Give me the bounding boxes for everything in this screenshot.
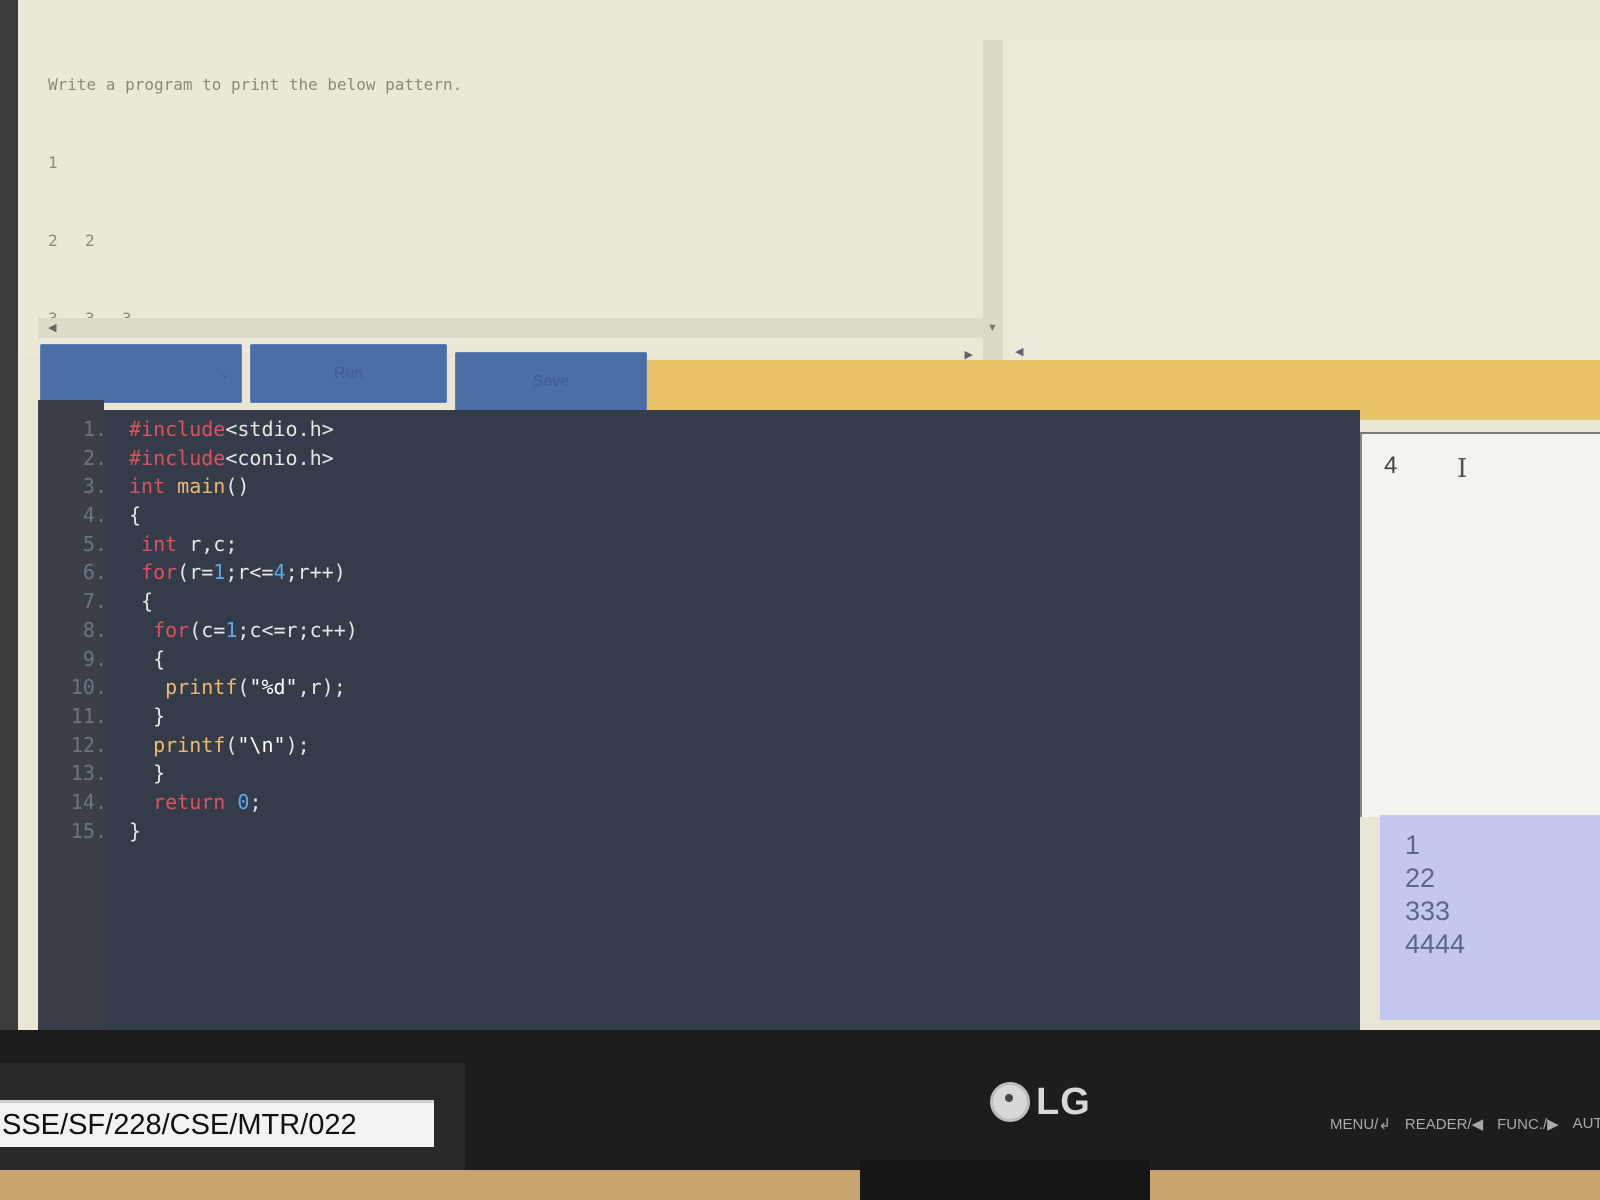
horizontal-scrollbar[interactable]: ◀ ▶: [38, 318, 983, 361]
line-number: 5.: [82, 531, 107, 556]
language-select[interactable]: ⌄: [40, 344, 242, 403]
line-number: 9.: [82, 646, 107, 671]
code-line[interactable]: 10. printf("%d",r);: [55, 673, 358, 702]
desk-surface: [0, 1170, 1600, 1200]
lg-logo-icon: [990, 1082, 1030, 1122]
line-number: 1.: [82, 417, 107, 441]
problem-pane: Write a program to print the below patte…: [18, 0, 983, 406]
code-line[interactable]: 1. #include<stdio.h>: [55, 415, 358, 444]
code-line[interactable]: 6. for(r=1;r<=4;r++): [55, 558, 358, 587]
line-number: 10.: [70, 675, 107, 700]
line-number: 11.: [70, 703, 107, 728]
line-number: 3.: [82, 474, 107, 499]
monitor-screen: Write a program to print the below patte…: [0, 0, 1600, 1045]
code-line[interactable]: 3. int main(): [55, 472, 358, 501]
code-line[interactable]: 15.}: [55, 817, 358, 846]
asset-tag-label: SSE/SF/228/CSE/MTR/022: [0, 1100, 434, 1147]
pattern-row-1: 1: [48, 150, 462, 176]
brand-name: LG: [1036, 1080, 1091, 1123]
menu-hw-button[interactable]: MENU/↲: [1330, 1115, 1391, 1133]
save-button[interactable]: Save: [455, 352, 647, 411]
line-number: 2.: [82, 445, 107, 470]
reader-hw-button[interactable]: READER/◀: [1405, 1115, 1483, 1133]
pattern-cell: 2: [85, 231, 95, 250]
line-number: 13.: [70, 761, 107, 786]
output-panel: 1 22 333 4444: [1380, 815, 1600, 1020]
text-cursor-icon: I: [1457, 454, 1468, 484]
code-line[interactable]: 2. #include<conio.h>: [55, 444, 358, 473]
code-line[interactable]: 11. }: [55, 702, 358, 731]
stdin-value[interactable]: 4: [1384, 452, 1397, 480]
func-hw-button[interactable]: FUNC./▶: [1497, 1115, 1559, 1133]
code-line[interactable]: 12. printf("\n");: [55, 731, 358, 760]
scroll-left-icon[interactable]: ◀: [1015, 345, 1023, 358]
monitor-hardware-buttons: MENU/↲ READER/◀ FUNC./▶ AUTO: [1330, 1115, 1600, 1133]
run-button[interactable]: Run: [250, 344, 447, 403]
pattern-cell: 1: [48, 153, 58, 172]
monitor-stand: [860, 1160, 1150, 1200]
line-number: 6.: [82, 560, 107, 585]
scroll-down-icon[interactable]: ▼: [987, 322, 998, 334]
monitor-brand: LG: [990, 1080, 1091, 1124]
code-line[interactable]: 8. for(c=1;c<=r;c++): [55, 616, 358, 645]
code-line[interactable]: 4.{: [55, 501, 358, 530]
stdin-input-box[interactable]: 4 I: [1360, 432, 1600, 817]
pane-divider[interactable]: [983, 40, 1003, 360]
line-number: 12.: [70, 732, 107, 757]
auto-hw-button[interactable]: AUTO: [1573, 1115, 1600, 1133]
code-line[interactable]: 5. int r,c;: [55, 530, 358, 559]
code-line[interactable]: 7. {: [55, 587, 358, 616]
code-line[interactable]: 13. }: [55, 759, 358, 788]
line-number: 14.: [70, 789, 107, 814]
line-number: 7.: [82, 589, 107, 614]
code-lines[interactable]: 1. #include<stdio.h> 2. #include<conio.h> …: [55, 415, 358, 845]
scroll-left-icon[interactable]: ◀: [48, 321, 56, 334]
code-line[interactable]: 9. {: [55, 645, 358, 674]
line-number: 4.: [82, 503, 107, 528]
line-number: 15.: [70, 818, 107, 843]
output-text: 1 22 333 4444: [1405, 830, 1466, 959]
pattern-row-2: 22: [48, 228, 462, 254]
chevron-down-icon: ⌄: [219, 365, 231, 381]
screen-edge: [0, 0, 18, 1045]
code-line[interactable]: 14. return 0;: [55, 788, 358, 817]
line-number: 8.: [82, 617, 107, 642]
pattern-cell: 2: [48, 231, 58, 250]
right-pane: [1003, 40, 1600, 360]
problem-statement: Write a program to print the below patte…: [48, 75, 463, 94]
